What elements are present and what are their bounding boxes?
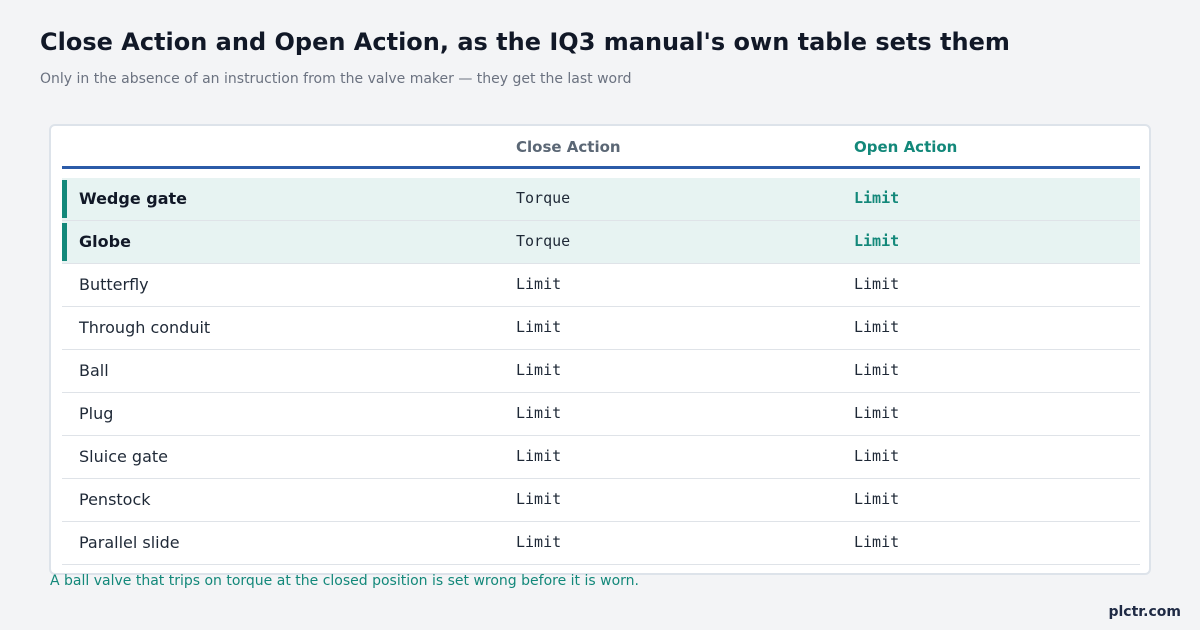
table-row: Sluice gate Limit Limit xyxy=(62,436,1140,479)
brand-logo: plctr.com xyxy=(1108,604,1181,620)
close-action-cell: Limit xyxy=(516,490,562,508)
valve-type-cell: Ball xyxy=(79,361,109,380)
table-card: Close Action Open Action Wedge gate Torqu… xyxy=(49,124,1151,575)
page: Close Action and Open Action, as the IQ3… xyxy=(0,0,1200,630)
highlight-marker xyxy=(62,223,67,261)
valve-type-cell: Penstock xyxy=(79,490,151,509)
valve-type-cell: Through conduit xyxy=(79,318,211,337)
open-action-cell: Limit xyxy=(854,404,900,422)
table-body: Wedge gate Torque Limit Globe Torque Limit But… xyxy=(62,178,1140,565)
highlight-marker xyxy=(62,180,67,218)
page-subtitle: Only in the absence of an instruction fr… xyxy=(40,71,632,87)
table-row: Globe Torque Limit xyxy=(62,221,1140,264)
table-row: Butterfly Limit Limit xyxy=(62,264,1140,307)
open-action-cell: Limit xyxy=(854,490,900,508)
close-action-cell: Torque xyxy=(516,189,571,207)
open-action-cell: Limit xyxy=(854,318,900,336)
open-action-cell: Limit xyxy=(854,361,900,379)
open-action-cell: Limit xyxy=(854,447,900,465)
close-action-cell: Torque xyxy=(516,232,571,250)
table-row: Through conduit Limit Limit xyxy=(62,307,1140,350)
table-row: Wedge gate Torque Limit xyxy=(62,178,1140,221)
close-action-cell: Limit xyxy=(516,275,562,293)
footnote: A ball valve that trips on torque at the… xyxy=(50,573,639,589)
table-row: Parallel slide Limit Limit xyxy=(62,522,1140,565)
column-header-close-action: Close Action xyxy=(516,138,621,156)
open-action-cell: Limit xyxy=(854,275,900,293)
valve-type-cell: Plug xyxy=(79,404,114,423)
close-action-cell: Limit xyxy=(516,361,562,379)
close-action-cell: Limit xyxy=(516,404,562,422)
valve-type-cell: Wedge gate xyxy=(79,189,188,208)
open-action-cell: Limit xyxy=(854,232,900,250)
page-title: Close Action and Open Action, as the IQ3… xyxy=(40,28,1010,56)
table-row: Penstock Limit Limit xyxy=(62,479,1140,522)
close-action-cell: Limit xyxy=(516,318,562,336)
close-action-cell: Limit xyxy=(516,533,562,551)
table-row: Ball Limit Limit xyxy=(62,350,1140,393)
close-action-cell: Limit xyxy=(516,447,562,465)
valve-type-cell: Sluice gate xyxy=(79,447,168,466)
table-header: Close Action Open Action xyxy=(62,126,1140,169)
valve-type-cell: Globe xyxy=(79,232,131,251)
open-action-cell: Limit xyxy=(854,189,900,207)
open-action-cell: Limit xyxy=(854,533,900,551)
table-row: Plug Limit Limit xyxy=(62,393,1140,436)
valve-type-cell: Butterfly xyxy=(79,275,149,294)
valve-type-cell: Parallel slide xyxy=(79,533,180,552)
column-header-open-action: Open Action xyxy=(854,138,958,156)
